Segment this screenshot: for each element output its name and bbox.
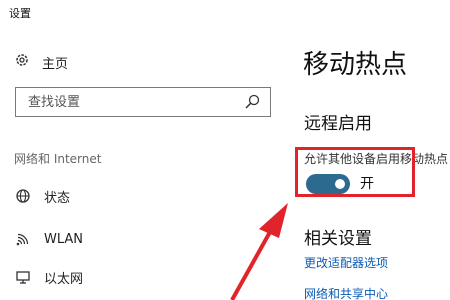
sidebar-item-wlan[interactable]: WLAN (14, 228, 83, 250)
change-adapter-options-link[interactable]: 更改适配器选项 (304, 254, 388, 271)
wifi-icon (14, 230, 32, 248)
toggle-state-label: 开 (360, 176, 374, 192)
sidebar-item-wlan-label: WLAN (44, 231, 84, 247)
sidebar-item-status-label: 状态 (44, 190, 71, 206)
sidebar: 设置 主页 网络和 Internet 状态 (0, 0, 287, 300)
toggle-knob (335, 179, 345, 189)
remote-enable-toggle[interactable] (306, 174, 350, 194)
remote-enable-heading: 远程启用 (304, 114, 372, 134)
search-box[interactable] (15, 87, 271, 117)
app-title: 设置 (9, 7, 31, 20)
sidebar-item-status[interactable]: 状态 (14, 185, 70, 207)
search-icon[interactable] (243, 93, 261, 111)
related-settings-heading: 相关设置 (304, 229, 372, 249)
network-sharing-center-link[interactable]: 网络和共享中心 (304, 285, 388, 300)
monitor-icon (14, 268, 32, 286)
sidebar-item-home[interactable]: 主页 (14, 52, 68, 72)
globe-icon (14, 187, 32, 205)
section-header-network: 网络和 Internet (14, 152, 102, 166)
main-content: 移动热点 远程启用 允许其他设备启用移动热点 开 相关设置 更改适配器选项 网络… (287, 0, 450, 300)
sidebar-item-home-label: 主页 (42, 56, 69, 72)
sidebar-item-ethernet[interactable]: 以太网 (14, 266, 83, 288)
gear-icon (14, 52, 30, 72)
page-title: 移动热点 (303, 50, 408, 80)
search-input[interactable] (26, 93, 243, 111)
sidebar-item-ethernet-label: 以太网 (44, 271, 84, 287)
